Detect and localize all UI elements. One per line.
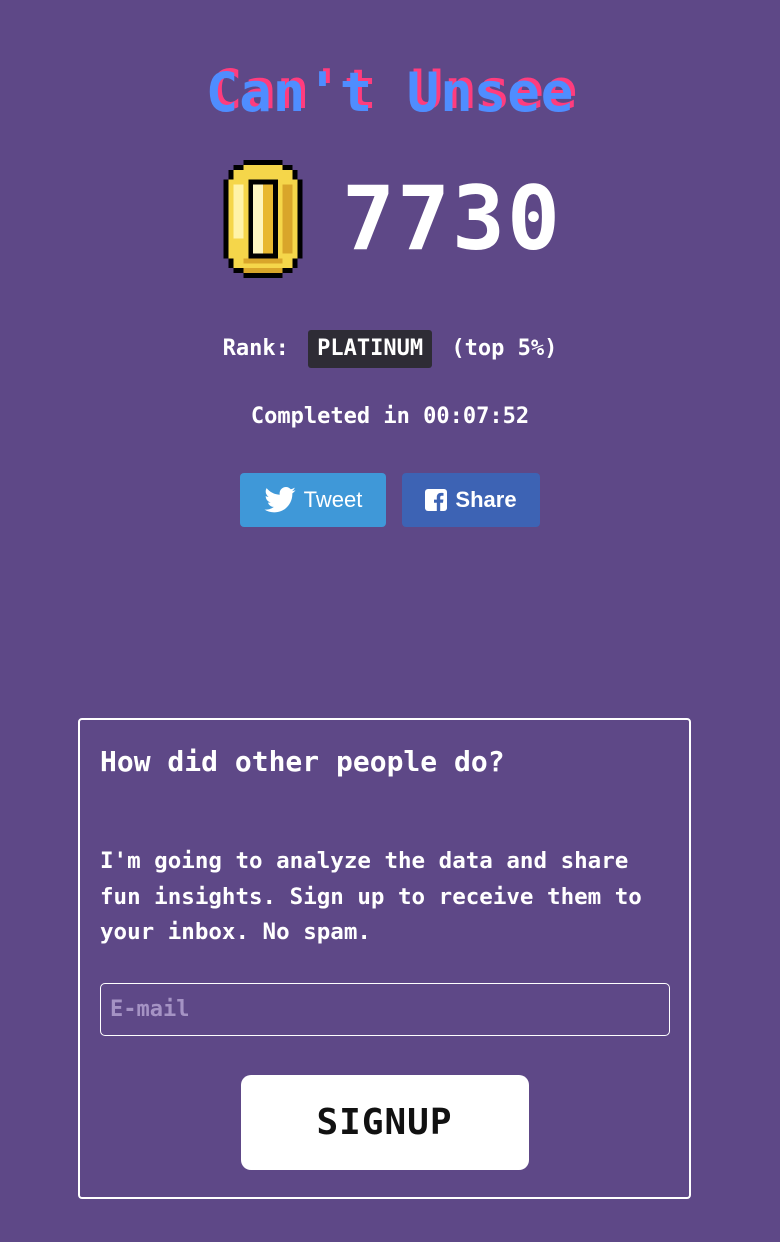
signup-card: How did other people do? I'm going to an… — [78, 718, 691, 1199]
share-label: Share — [455, 487, 517, 512]
rank-badge: PLATINUM — [308, 330, 433, 368]
signup-card-description: I'm going to analyze the data and share … — [100, 848, 642, 945]
signup-card-title: How did other people do? — [100, 745, 505, 778]
tweet-button[interactable]: Tweet — [240, 473, 386, 527]
share-buttons: Tweet Share — [0, 473, 780, 527]
email-field[interactable] — [100, 982, 670, 1036]
score-display: 7730 — [0, 160, 780, 278]
tweet-label: Tweet — [303, 487, 363, 512]
rank-percentile: (top 5%) — [451, 336, 558, 361]
facebook-icon — [425, 489, 448, 511]
score-value: 7730 — [342, 167, 562, 270]
page-title: Can't Unsee — [205, 61, 575, 124]
signup-button[interactable]: SIGNUP — [240, 1074, 529, 1170]
coin-icon — [223, 160, 303, 278]
completion-time: Completed in 00:07:52 — [250, 404, 530, 429]
rank-label: Rank: — [222, 336, 289, 361]
twitter-bird-icon — [264, 487, 296, 513]
rank-line: Rank: PLATINUM (top 5%) — [0, 330, 780, 368]
facebook-share-button[interactable]: Share — [402, 473, 540, 527]
